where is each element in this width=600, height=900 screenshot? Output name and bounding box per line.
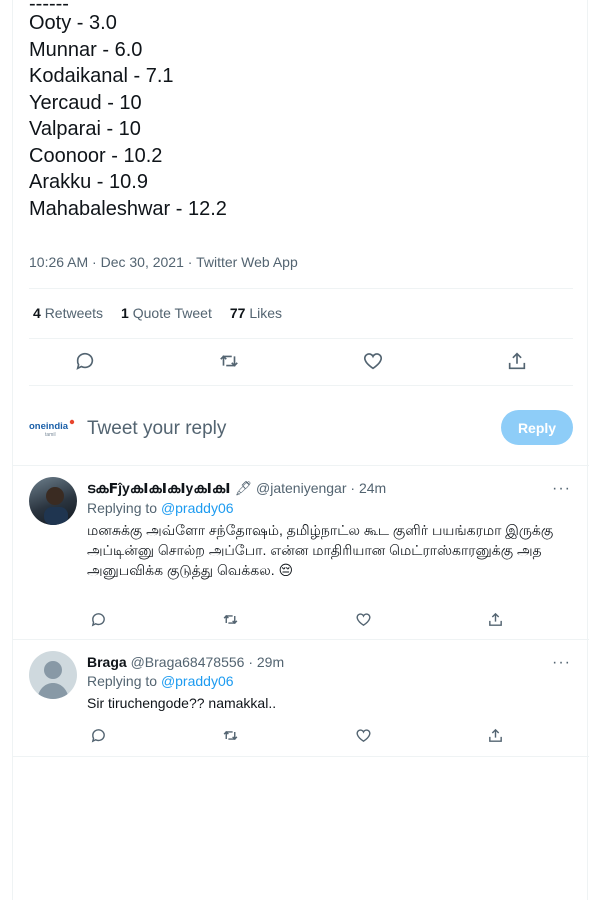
quotes-label: Quote Tweet: [132, 305, 212, 321]
reply-input[interactable]: Tweet your reply: [87, 418, 226, 440]
divider: [29, 338, 573, 339]
pen-emoji: 🖋: [234, 480, 253, 496]
quote-tweets-stat[interactable]: 1 Quote Tweet: [121, 305, 212, 321]
tweet-line: Yercaud - 10: [29, 91, 142, 114]
reply-header: ടകꓝĵyകꓲകꓲകꓲyകꓲകꓲ 🖋 @jateniyengar · 24m: [87, 480, 577, 497]
retweet-icon[interactable]: [220, 724, 242, 746]
replying-label: Replying to: [87, 673, 158, 689]
tweet-timestamp[interactable]: 10:26 AM · Dec 30, 2021 · Twitter Web Ap…: [29, 254, 298, 270]
reply-actions: [87, 724, 507, 746]
tweet-dashes: ------: [29, 0, 569, 10]
tweet-detail-panel: ------ Ooty - 3.0 Munnar - 6.0 Kodaikana…: [12, 0, 589, 900]
retweets-count: 4: [33, 305, 41, 321]
avatar[interactable]: [29, 651, 77, 699]
reply-author-name[interactable]: Braga: [87, 654, 127, 670]
like-icon[interactable]: [352, 608, 374, 630]
replying-label: Replying to: [87, 500, 158, 516]
reply-handle[interactable]: @jateniyengar · 24m: [256, 480, 386, 496]
replying-to-link[interactable]: @praddy06: [161, 500, 234, 516]
replying-to-link[interactable]: @praddy06: [161, 673, 234, 689]
reply-icon[interactable]: [87, 724, 109, 746]
divider: [29, 288, 573, 289]
like-icon[interactable]: [352, 724, 374, 746]
tweet-actions: [13, 344, 589, 378]
tweet-line: Mahabaleshwar - 12.2: [29, 197, 227, 220]
reply-content: Braga @Braga68478556 · 29m Replying to @…: [87, 654, 577, 713]
divider: [29, 385, 573, 386]
share-icon[interactable]: [500, 344, 534, 378]
tweet-stats: 4 Retweets 1 Quote Tweet 77 Likes: [33, 305, 282, 321]
tweet-line: Munnar - 6.0: [29, 38, 143, 61]
tweet-line: Arakku - 10.9: [29, 171, 148, 193]
likes-label: Likes: [249, 305, 283, 321]
likes-count: 77: [229, 305, 246, 321]
like-icon[interactable]: [356, 344, 390, 378]
retweets-stat[interactable]: 4 Retweets: [33, 305, 103, 321]
oneindia-tamil-logo: oneindia tamil: [29, 416, 75, 438]
reply-author-name[interactable]: ടകꓝĵyകꓲകꓲകꓲyകꓲകꓲ: [87, 480, 230, 496]
share-icon[interactable]: [485, 608, 507, 630]
reply-actions: [87, 608, 507, 630]
tweet-text: ------ Ooty - 3.0 Munnar - 6.0 Kodaikana…: [29, 0, 569, 222]
quotes-count: 1: [121, 305, 129, 321]
reply-icon[interactable]: [68, 344, 102, 378]
reply-button[interactable]: Reply: [501, 410, 573, 445]
tweet-line: Ooty - 3.0: [29, 12, 117, 34]
divider: [13, 639, 589, 640]
divider: [13, 756, 589, 757]
reply-icon[interactable]: [87, 608, 109, 630]
svg-text:tamil: tamil: [45, 432, 56, 438]
tweet-line: Valparai - 10: [29, 118, 141, 140]
reply-text: மனசுக்கு அவ்ளோ சந்தோஷம், தமிழ்நாட்ல கூட …: [87, 522, 554, 578]
retweet-icon[interactable]: [220, 608, 242, 630]
divider: [13, 465, 589, 466]
avatar[interactable]: [29, 477, 77, 525]
svg-text:oneindia: oneindia: [29, 421, 69, 432]
tweet-line: Coonoor - 10.2: [29, 144, 163, 167]
more-icon[interactable]: ···: [552, 654, 571, 672]
retweets-label: Retweets: [44, 305, 104, 321]
tweet-line: Kodaikanal - 7.1: [29, 65, 174, 87]
reply-composer: oneindia tamil Tweet your reply Reply: [29, 408, 573, 448]
more-icon[interactable]: ···: [552, 480, 571, 498]
likes-stat[interactable]: 77 Likes: [230, 305, 282, 321]
replying-to: Replying to @praddy06: [87, 500, 577, 516]
retweet-icon[interactable]: [212, 344, 246, 378]
reply-header: Braga @Braga68478556 · 29m: [87, 654, 577, 670]
share-icon[interactable]: [485, 724, 507, 746]
replying-to: Replying to @praddy06: [87, 673, 577, 689]
reply-handle[interactable]: @Braga68478556 · 29m: [131, 654, 285, 670]
reply-text: Sir tiruchengode?? namakkal..: [87, 695, 277, 711]
reply-content: ടകꓝĵyകꓲകꓲകꓲyകꓲകꓲ 🖋 @jateniyengar · 24m R…: [87, 480, 577, 580]
